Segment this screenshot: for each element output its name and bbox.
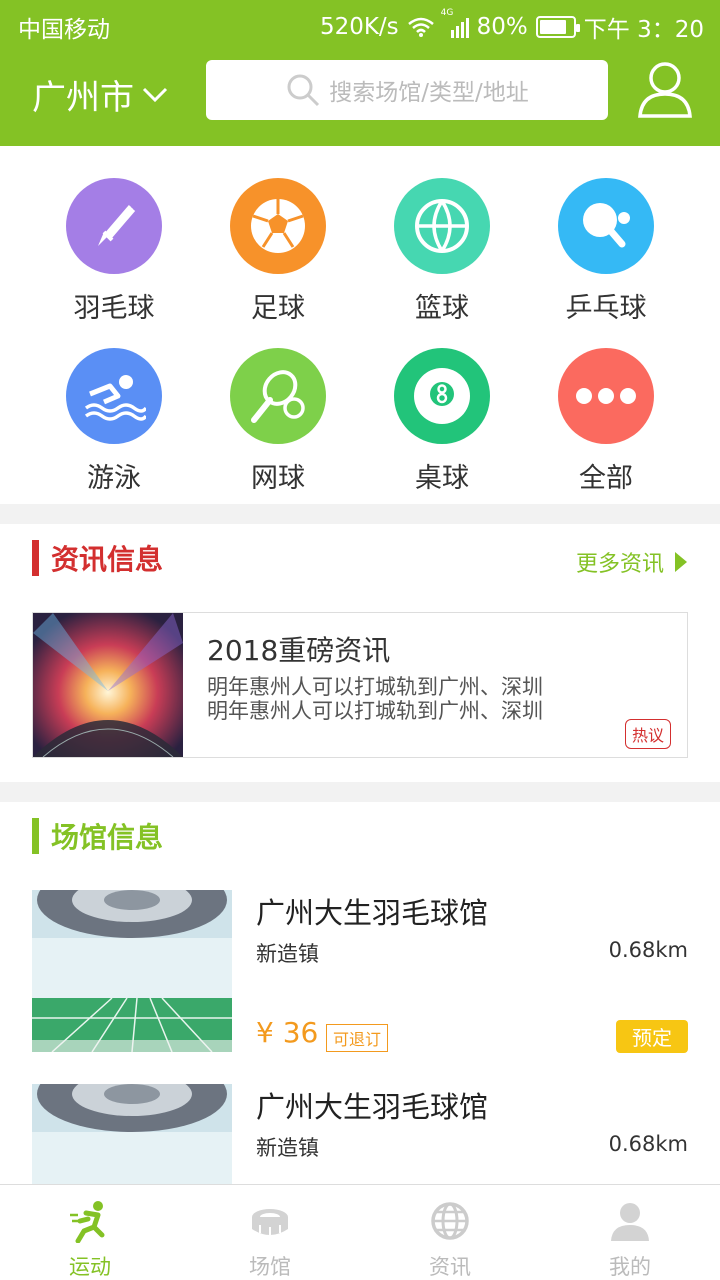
status-bar: 中国移动 520K/s 4G 80% 下午 3：20: [0, 0, 720, 50]
news-thumbnail: [33, 613, 183, 757]
wifi-icon: [407, 17, 434, 37]
search-input[interactable]: 搜索场馆/类型/地址: [206, 60, 608, 120]
network-type: 4G: [440, 8, 454, 18]
venue-distance: 0.68km: [608, 938, 688, 962]
section-marker: [32, 540, 39, 576]
hot-badge: 热议: [624, 719, 671, 749]
news-title-text: 资讯信息: [51, 543, 164, 576]
news-card-line: 明年惠州人可以打城轨到广州、深圳: [207, 675, 543, 699]
basketball-icon: [394, 178, 490, 274]
news-card[interactable]: 2018重磅资讯 明年惠州人可以打城轨到广州、深圳 明年惠州人可以打城轨到广州、…: [32, 612, 688, 758]
signal-icon: 4G: [441, 8, 469, 38]
profile-icon: [611, 1203, 649, 1241]
category-badminton[interactable]: 羽毛球: [32, 178, 196, 328]
carrier-label: 中国移动: [18, 17, 110, 43]
more-dots-icon: [558, 348, 654, 444]
venue-section-title: 场馆信息: [32, 816, 163, 856]
category-basketball[interactable]: 篮球: [360, 178, 524, 328]
category-tennis[interactable]: 网球: [196, 348, 360, 498]
section-marker: [32, 818, 39, 854]
book-button[interactable]: 预定: [616, 1020, 688, 1053]
globe-icon: [431, 1202, 469, 1240]
category-all[interactable]: 全部: [524, 348, 688, 498]
triangle-right-icon: [675, 552, 687, 572]
venue-name: 广州大生羽毛球馆: [256, 1090, 489, 1124]
tab-venue[interactable]: 场馆: [180, 1185, 360, 1280]
venue-distance: 0.68km: [608, 1132, 688, 1156]
tab-label: 资讯: [429, 1255, 471, 1279]
search-icon: [287, 74, 320, 107]
refundable-badge: 可退订: [326, 1024, 389, 1052]
tab-mine[interactable]: 我的: [540, 1185, 720, 1280]
news-card-line: 明年惠州人可以打城轨到广州、深圳: [207, 699, 543, 723]
category-label: 游泳: [87, 463, 141, 494]
category-label: 全部: [579, 463, 633, 494]
swimming-icon: [66, 348, 162, 444]
venue-card[interactable]: 广州大生羽毛球馆 新造镇 0.68km ¥ 36 可退订 预定: [32, 890, 688, 1053]
battery-percent: 80%: [476, 14, 528, 40]
category-swimming[interactable]: 游泳: [32, 348, 196, 498]
shuttlecock-icon: [66, 178, 162, 274]
ping-pong-icon: [558, 178, 654, 274]
tennis-icon: [230, 348, 326, 444]
more-news-label: 更多资讯: [575, 552, 664, 577]
city-selector[interactable]: 广州市: [32, 70, 168, 119]
bottom-tab-bar: 运动 场馆 资讯 我的: [0, 1184, 720, 1280]
venue-price: ¥ 36: [256, 1016, 319, 1049]
category-label: 篮球: [415, 293, 469, 324]
category-pingpong[interactable]: 乒乓球: [524, 178, 688, 328]
search-placeholder: 搜索场馆/类型/地址: [329, 80, 529, 106]
chevron-down-icon: [142, 87, 168, 102]
soccer-ball-icon: [230, 178, 326, 274]
tab-label: 我的: [609, 1255, 651, 1279]
category-label: 网球: [251, 463, 305, 494]
more-news-link[interactable]: 更多资讯: [576, 546, 688, 578]
app-root: 中国移动 520K/s 4G 80% 下午 3：20 广州市 搜索场馆/类型/地…: [0, 0, 720, 1280]
network-speed: 520K/s: [319, 14, 399, 40]
category-label: 足球: [251, 293, 305, 324]
venue-section: 场馆信息 广州大生羽毛球馆 新造镇 0.68km ¥ 36 可退订 预定 广州大…: [0, 802, 720, 1184]
news-section: 资讯信息 更多资讯 2018重磅资讯 明年惠州人可以打城轨到广州、深圳 明年惠州…: [0, 524, 720, 782]
venue-card[interactable]: 广州大生羽毛球馆 新造镇 0.68km: [32, 1084, 688, 1184]
clock: 下午 3：20: [583, 17, 704, 43]
news-card-title: 2018重磅资讯: [207, 634, 391, 667]
tab-news[interactable]: 资讯: [360, 1185, 540, 1280]
header: 中国移动 520K/s 4G 80% 下午 3：20 广州市 搜索场馆/类型/地…: [0, 0, 720, 146]
category-grid: 羽毛球 足球 篮球 乒乓球 游泳 网球 桌球 全部: [0, 146, 720, 504]
tab-label: 场馆: [249, 1255, 291, 1279]
category-label: 桌球: [415, 463, 469, 494]
tab-sport[interactable]: 运动: [0, 1185, 180, 1280]
venue-area: 新造镇: [256, 942, 319, 966]
news-section-title: 资讯信息: [32, 538, 163, 578]
tab-label: 运动: [69, 1255, 111, 1279]
category-soccer[interactable]: 足球: [196, 178, 360, 328]
category-billiards[interactable]: 桌球: [360, 348, 524, 498]
status-right: 520K/s 4G 80% 下午 3：20: [319, 8, 704, 44]
battery-icon: [535, 16, 580, 38]
venue-name: 广州大生羽毛球馆: [256, 896, 489, 930]
stadium-icon: [252, 1209, 288, 1236]
user-icon[interactable]: [634, 58, 696, 120]
category-label: 羽毛球: [73, 293, 155, 324]
venue-thumbnail: [32, 890, 232, 1052]
venue-thumbnail: [32, 1084, 232, 1184]
venue-area: 新造镇: [256, 1136, 319, 1160]
venue-title-text: 场馆信息: [51, 821, 164, 854]
billiards-icon: [394, 348, 490, 444]
running-icon: [70, 1201, 105, 1244]
city-label: 广州市: [32, 78, 134, 118]
category-label: 乒乓球: [565, 293, 647, 324]
